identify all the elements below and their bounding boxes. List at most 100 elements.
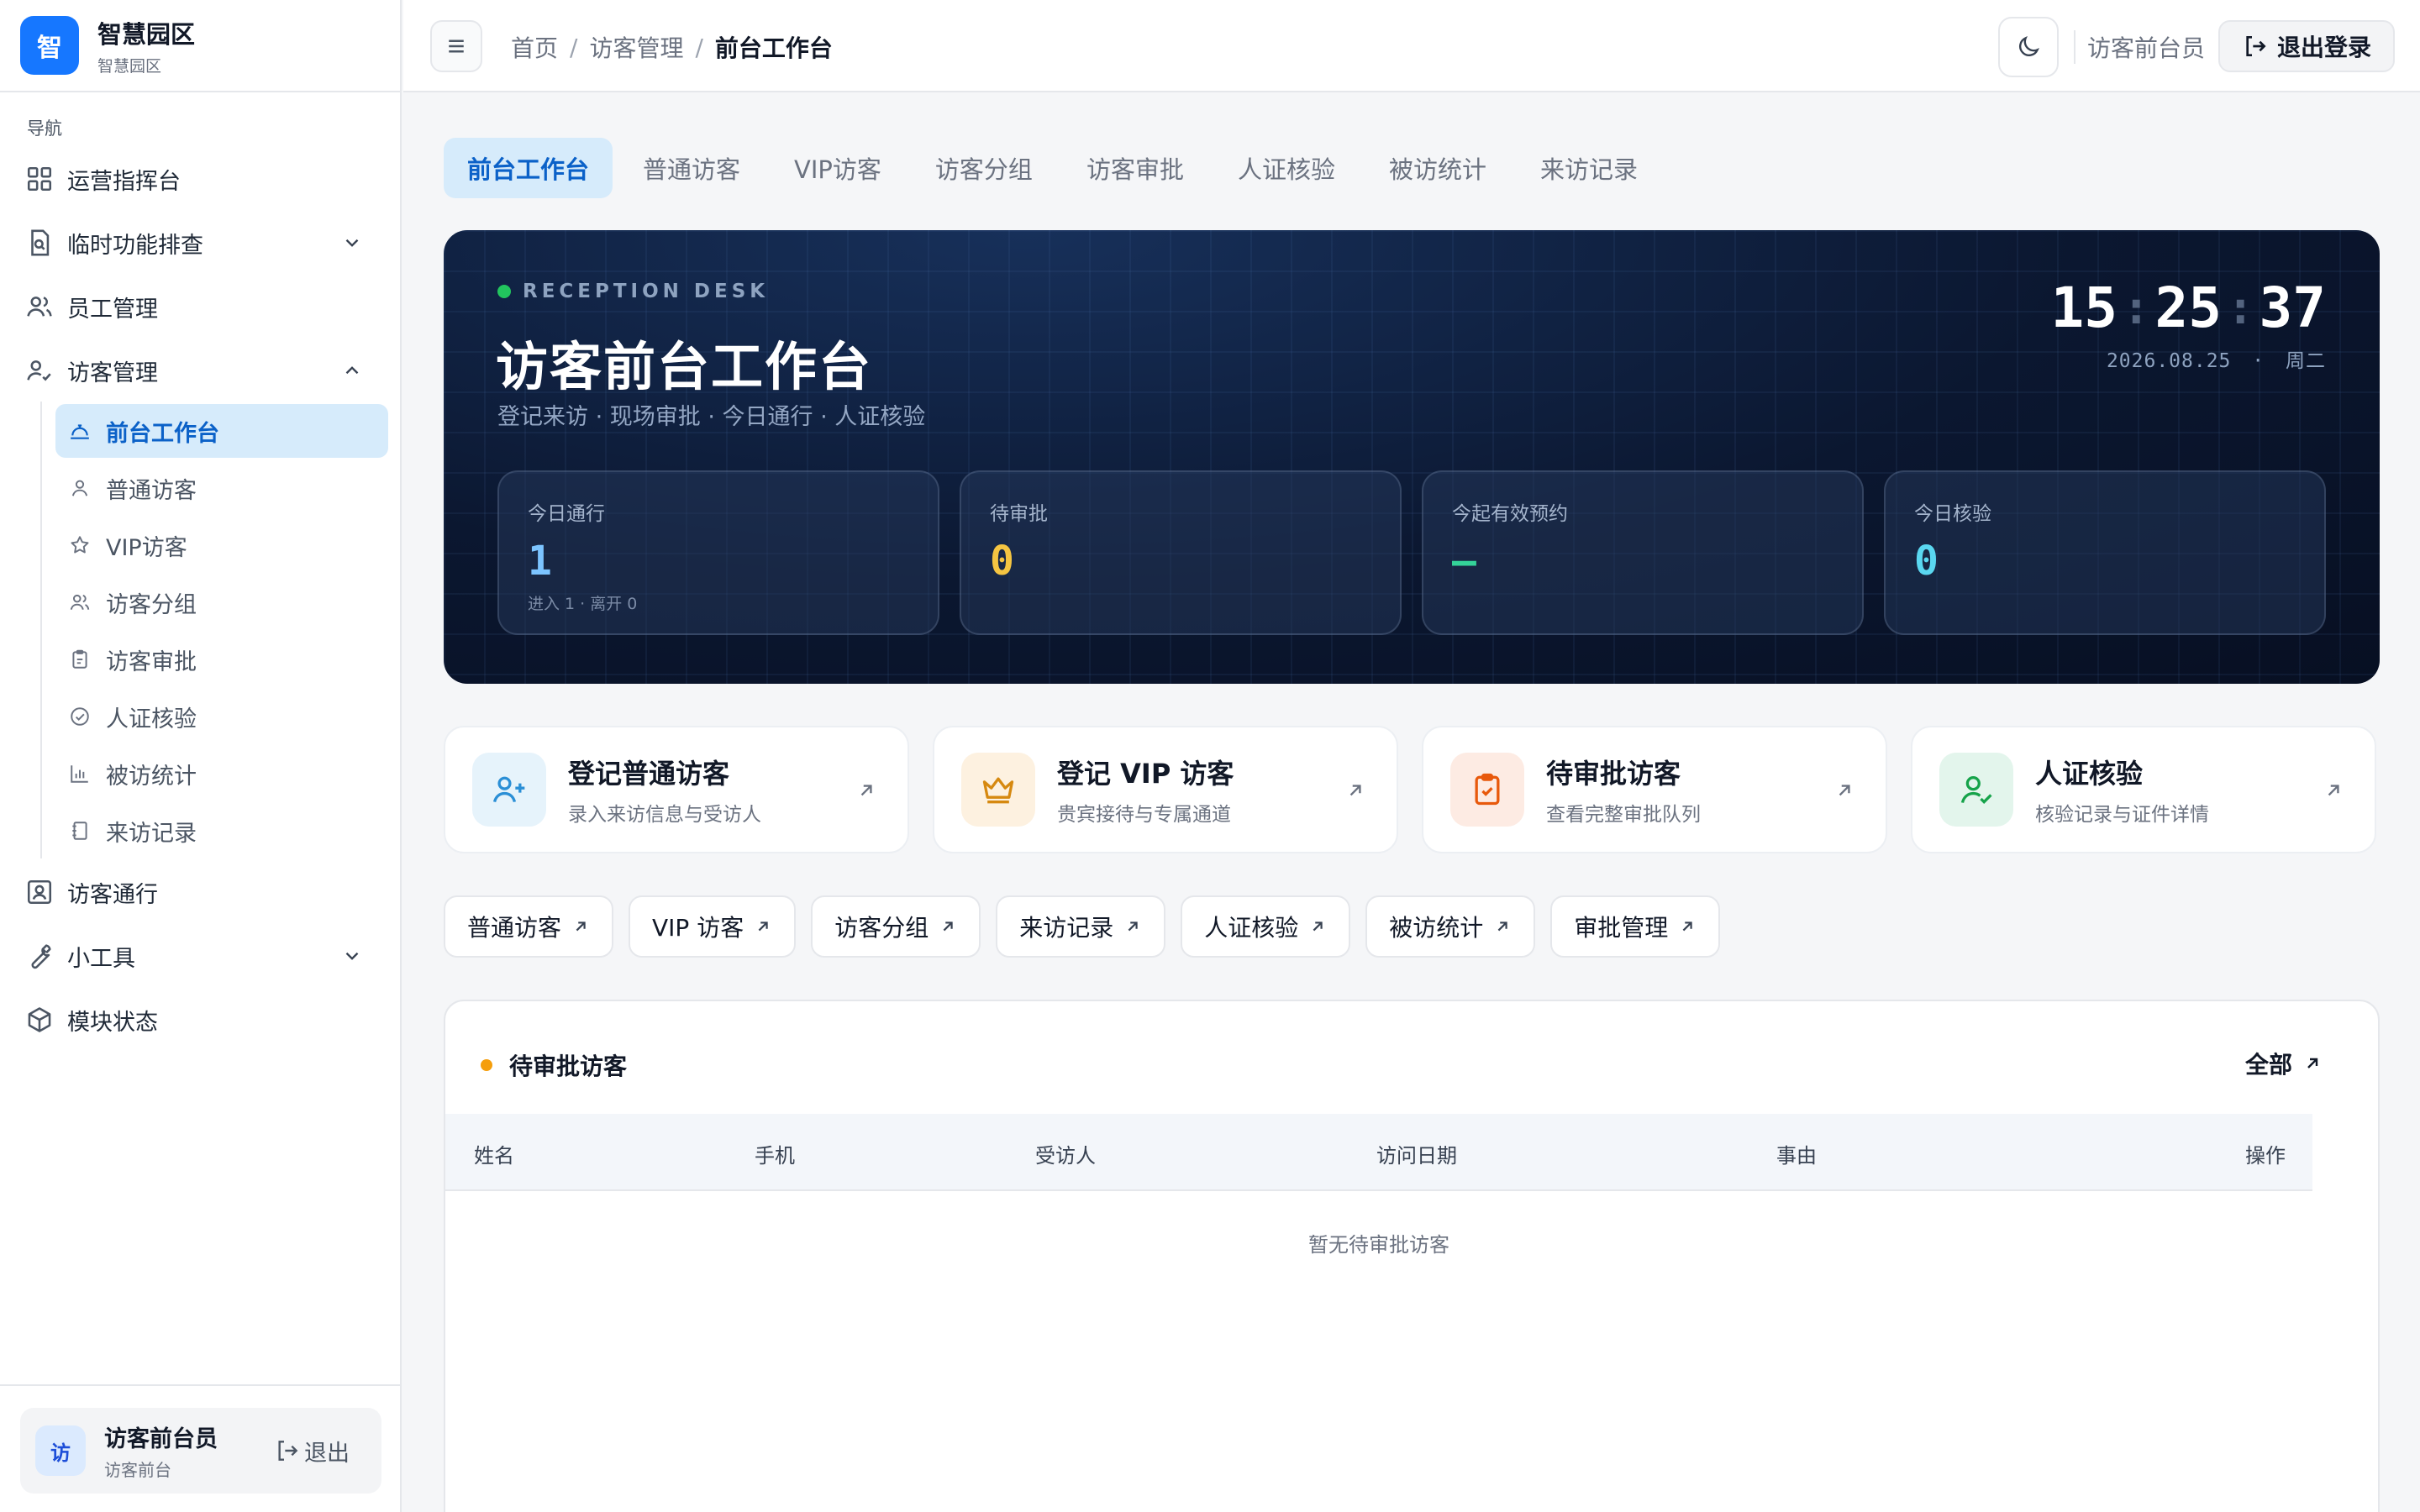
- action-card-register-visitor[interactable]: 登记普通访客 录入来访信息与受访人: [444, 726, 909, 853]
- sidebar-logout-label: 退出: [304, 1440, 350, 1467]
- logout-label: 退出登录: [2276, 34, 2371, 61]
- tab-visit-records[interactable]: 来访记录: [1517, 138, 1661, 198]
- quick-link-visitor-groups[interactable]: 访客分组: [811, 895, 981, 958]
- quick-link-approval-management[interactable]: 审批管理: [1550, 895, 1721, 958]
- arrow-up-right-icon: [2323, 780, 2344, 801]
- sidebar-subitem-visit-statistics[interactable]: 被访统计: [55, 747, 388, 801]
- column-header-visit-date: 访问日期: [1376, 1144, 1457, 1168]
- clipboard-check-icon: [1450, 753, 1524, 827]
- stat-card-pending-approval[interactable]: 待审批 0: [960, 470, 1402, 635]
- arrow-up-right-icon: [855, 780, 877, 801]
- quick-link-regular-visitors[interactable]: 普通访客: [444, 895, 614, 958]
- sidebar-subitem-label: 前台工作台: [106, 420, 219, 447]
- quick-link-id-verification[interactable]: 人证核验: [1181, 895, 1351, 958]
- stat-card-today-verification[interactable]: 今日核验 0: [1884, 470, 2326, 635]
- stat-card-today-access[interactable]: 今日通行 1 进入 1 · 离开 0: [497, 470, 939, 635]
- action-title: 待审批访客: [1546, 758, 1681, 790]
- tab-id-verification[interactable]: 人证核验: [1214, 138, 1359, 198]
- arrow-up-right-icon: [1344, 780, 1366, 801]
- tab-regular-visitors[interactable]: 普通访客: [619, 138, 764, 198]
- stat-label: 今日通行: [528, 503, 605, 525]
- stat-label: 今起有效预约: [1452, 503, 1568, 525]
- action-description: 贵宾接待与专属通道: [1057, 804, 1231, 826]
- action-card-pending-approval[interactable]: 待审批访客 查看完整审批队列: [1422, 726, 1887, 853]
- bar-chart-icon: [69, 763, 91, 785]
- sidebar-subitem-label: 普通访客: [106, 477, 197, 504]
- action-description: 录入来访信息与受访人: [568, 804, 761, 826]
- sidebar-item-ops-dashboard[interactable]: 运营指挥台: [25, 155, 378, 202]
- breadcrumb-separator: /: [570, 33, 578, 61]
- reception-hero-banner: RECEPTION DESK 访客前台工作台 登记来访 · 现场审批 · 今日通…: [444, 230, 2380, 684]
- theme-toggle-button[interactable]: [1998, 17, 2059, 77]
- clock-hours: 15: [2050, 276, 2118, 340]
- status-dot: [481, 1059, 492, 1071]
- arrow-up-right-icon: [1483, 917, 1512, 936]
- column-header-phone: 手机: [755, 1144, 795, 1168]
- stat-label: 待审批: [990, 503, 1048, 525]
- stat-card-valid-appointments[interactable]: 今起有效预约 —: [1422, 470, 1864, 635]
- view-all-label: 全部: [2244, 1051, 2292, 1079]
- sidebar-logout-button[interactable]: 退出: [274, 1435, 350, 1467]
- user-role: 访客前台: [104, 1460, 171, 1480]
- panel-title: 待审批访客: [509, 1053, 628, 1080]
- sidebar-subitem-vip-visitors[interactable]: VIP访客: [55, 518, 388, 572]
- sidebar-subitem-label: 访客分组: [106, 591, 197, 618]
- arrow-up-right-icon: [561, 917, 590, 936]
- menu-toggle-button[interactable]: [430, 20, 482, 72]
- sidebar-item-temp-check[interactable]: 临时功能排查: [25, 219, 378, 266]
- sidebar-subitem-reception-desk[interactable]: 前台工作台: [55, 404, 388, 458]
- chevron-up-icon: [341, 360, 363, 381]
- quick-link-vip-visitors[interactable]: VIP 访客: [629, 895, 797, 958]
- tab-visitor-approval[interactable]: 访客审批: [1063, 138, 1207, 198]
- action-card-id-verification[interactable]: 人证核验 核验记录与证件详情: [1911, 726, 2376, 853]
- tab-reception-desk[interactable]: 前台工作台: [444, 138, 613, 198]
- sidebar-item-visitor-management[interactable]: 访客管理: [25, 347, 378, 394]
- breadcrumb-home[interactable]: 首页: [511, 30, 558, 64]
- sidebar-subitem-visit-records[interactable]: 来访记录: [55, 804, 388, 858]
- view-all-link[interactable]: 全部: [2245, 1047, 2323, 1080]
- tab-visitor-groups[interactable]: 访客分组: [912, 138, 1056, 198]
- date-separator: ·: [2252, 350, 2265, 372]
- sidebar-item-employees[interactable]: 员工管理: [25, 283, 378, 330]
- sidebar-subitem-id-verification[interactable]: 人证核验: [55, 690, 388, 743]
- quick-link-visit-records[interactable]: 来访记录: [996, 895, 1166, 958]
- action-card-register-vip[interactable]: 登记 VIP 访客 贵宾接待与专属通道: [933, 726, 1398, 853]
- quick-link-label: 普通访客: [467, 914, 562, 942]
- user-name: 访客前台员: [104, 1426, 218, 1452]
- arrow-up-right-icon: [744, 917, 772, 936]
- file-search-icon: [25, 228, 54, 257]
- stat-note: 进入 1 · 离开 0: [528, 595, 638, 613]
- quick-link-visit-statistics[interactable]: 被访统计: [1365, 895, 1536, 958]
- arrow-up-right-icon: [929, 917, 957, 936]
- logout-icon: [2242, 33, 2277, 60]
- bell-desk-icon: [69, 420, 91, 442]
- panel-header: 待审批访客: [481, 1048, 627, 1082]
- chevron-down-icon: [341, 945, 363, 967]
- clock-minutes: 25: [2154, 276, 2222, 340]
- breadcrumb-visitor-management[interactable]: 访客管理: [589, 30, 683, 64]
- sidebar-item-visitor-access[interactable]: 访客通行: [25, 869, 378, 916]
- arrow-up-right-icon: [1833, 780, 1855, 801]
- quick-link-label: 来访记录: [1019, 914, 1114, 942]
- sidebar-item-tools[interactable]: 小工具: [25, 932, 378, 979]
- sidebar-subitem-label: 来访记录: [106, 820, 197, 847]
- clipboard-icon: [69, 648, 91, 670]
- tab-vip-visitors[interactable]: VIP访客: [771, 138, 905, 198]
- pending-visitors-panel: 待审批访客 全部 姓名 手机 受访人 访问日期 事由 操作 暂无待审批访客: [444, 1000, 2380, 1512]
- users-icon: [25, 292, 54, 321]
- sidebar-subitem-visitor-approval[interactable]: 访客审批: [55, 633, 388, 686]
- star-icon: [69, 534, 91, 556]
- stat-value: —: [1452, 538, 1476, 585]
- dashboard-icon: [25, 165, 54, 193]
- submenu-guide-line: [40, 402, 42, 858]
- notebook-icon: [69, 820, 91, 842]
- clock-seconds: 37: [2259, 276, 2326, 340]
- sidebar-subitem-visitor-groups[interactable]: 访客分组: [55, 575, 388, 629]
- action-title: 登记 VIP 访客: [1057, 758, 1234, 790]
- tab-visit-statistics[interactable]: 被访统计: [1365, 138, 1510, 198]
- sidebar-item-module-status[interactable]: 模块状态: [25, 996, 378, 1043]
- sidebar-subitem-regular-visitors[interactable]: 普通访客: [55, 461, 388, 515]
- logout-button[interactable]: 退出登录: [2218, 20, 2395, 72]
- brand[interactable]: 智 智慧园区 智慧园区: [0, 0, 400, 92]
- sidebar-item-label: 访客通行: [67, 881, 158, 908]
